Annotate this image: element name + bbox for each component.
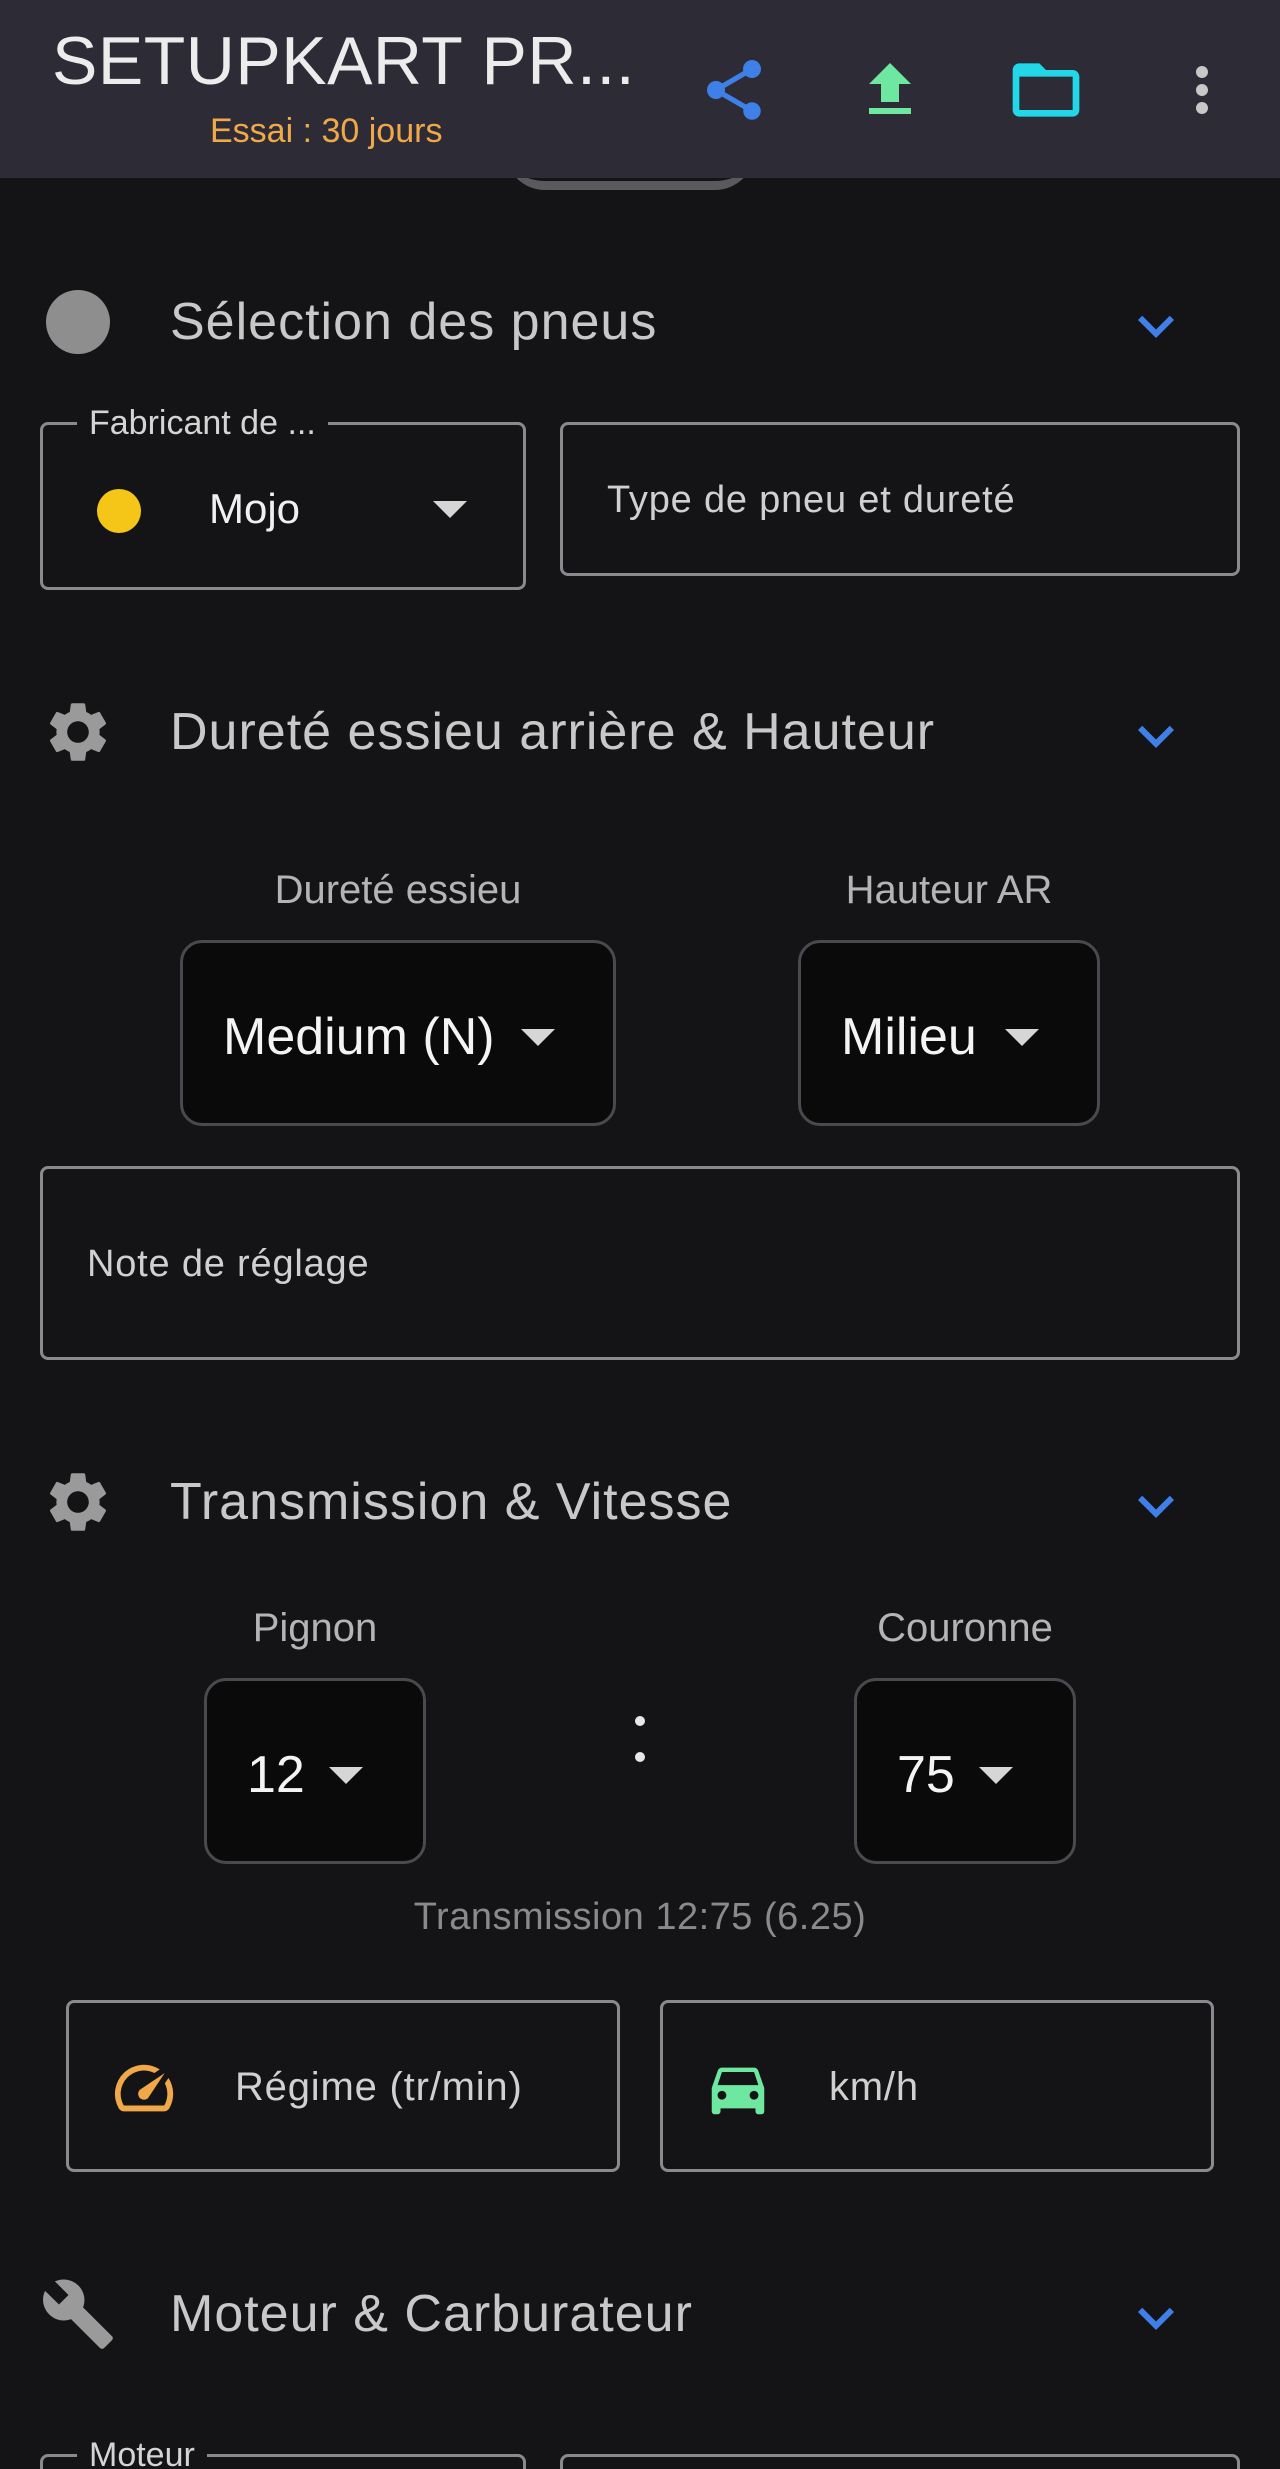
tire-manufacturer-value: Mojo bbox=[209, 485, 301, 532]
engine-select[interactable]: Moteur bbox=[40, 2435, 526, 2469]
more-vert-icon bbox=[1196, 66, 1208, 114]
ratio-separator bbox=[631, 1710, 649, 1770]
pinion-label: Pignon bbox=[252, 1606, 378, 1650]
open-folder-button[interactable] bbox=[998, 42, 1094, 138]
tire-manufacturer-select[interactable]: Fabricant de ... Mojo bbox=[40, 403, 526, 590]
chevron-down-icon[interactable] bbox=[1118, 2280, 1194, 2356]
axle-hardness-select[interactable]: Medium (N) bbox=[180, 940, 616, 1126]
tire-manufacturer-label: Fabricant de ... bbox=[77, 403, 328, 443]
section-title-tires: Sélection des pneus bbox=[170, 293, 658, 351]
speed-placeholder: km/h bbox=[829, 2065, 919, 2109]
app-screen: SETUPKART PR... Essai : 30 jours Sélecti… bbox=[0, 0, 1280, 2469]
crown-label: Couronne bbox=[877, 1606, 1053, 1650]
rpm-placeholder: Régime (tr/min) bbox=[235, 2065, 523, 2109]
section-title-axle: Dureté essieu arrière & Hauteur bbox=[170, 703, 936, 761]
section-header-transmission[interactable]: Transmission & Vitesse bbox=[0, 1446, 1280, 1546]
axle-hardness-value: Medium (N) bbox=[223, 1008, 495, 1066]
upload-icon bbox=[869, 63, 911, 114]
section-header-engine[interactable]: Moteur & Carburateur bbox=[0, 2258, 1280, 2358]
share-button[interactable] bbox=[686, 42, 782, 138]
tire-type-input[interactable]: Type de pneu et dureté bbox=[560, 422, 1240, 576]
chevron-down-icon[interactable] bbox=[1118, 1468, 1194, 1544]
tire-type-placeholder: Type de pneu et dureté bbox=[607, 479, 1016, 521]
carburetor-input[interactable] bbox=[560, 2454, 1240, 2469]
section-header-tires[interactable]: Sélection des pneus bbox=[0, 266, 1280, 366]
folder-icon bbox=[1012, 63, 1080, 117]
section-header-axle[interactable]: Dureté essieu arrière & Hauteur bbox=[0, 676, 1280, 776]
trial-status: Essai : 30 jours bbox=[210, 112, 443, 150]
app-bar: SETUPKART PR... Essai : 30 jours bbox=[0, 0, 1280, 178]
dropdown-caret-icon bbox=[433, 501, 467, 518]
section-title-transmission: Transmission & Vitesse bbox=[170, 1473, 733, 1531]
rpm-input[interactable]: Régime (tr/min) bbox=[66, 2000, 620, 2172]
wrench-icon bbox=[40, 2276, 116, 2352]
rear-height-label: Hauteur AR bbox=[845, 868, 1053, 912]
rear-height-value: Milieu bbox=[841, 1008, 977, 1066]
transmission-ratio-text: Transmission 12:75 (6.25) bbox=[413, 1896, 867, 1938]
setup-note-input[interactable]: Note de réglage bbox=[40, 1166, 1240, 1360]
more-options-button[interactable] bbox=[1154, 42, 1250, 138]
rear-height-select[interactable]: Milieu bbox=[798, 940, 1100, 1126]
pinion-select[interactable]: 12 bbox=[204, 1678, 426, 1864]
circle-icon bbox=[40, 284, 116, 360]
app-title: SETUPKART PR... bbox=[52, 23, 636, 99]
dropdown-caret-icon bbox=[979, 1767, 1013, 1784]
upload-button[interactable] bbox=[842, 42, 938, 138]
chevron-down-icon[interactable] bbox=[1118, 288, 1194, 364]
share-icon bbox=[707, 60, 761, 120]
speedometer-icon bbox=[109, 2053, 179, 2123]
dropdown-caret-icon bbox=[1005, 1029, 1039, 1046]
manufacturer-color-dot bbox=[97, 489, 141, 533]
chevron-down-icon[interactable] bbox=[1118, 698, 1194, 774]
engine-label: Moteur bbox=[77, 2435, 207, 2469]
axle-hardness-label: Dureté essieu bbox=[274, 868, 522, 912]
gear-icon bbox=[40, 1464, 116, 1540]
dropdown-caret-icon bbox=[521, 1029, 555, 1046]
crown-value: 75 bbox=[897, 1746, 955, 1804]
crown-select[interactable]: 75 bbox=[854, 1678, 1076, 1864]
speed-input[interactable]: km/h bbox=[660, 2000, 1214, 2172]
pinion-value: 12 bbox=[247, 1746, 305, 1804]
section-title-engine: Moteur & Carburateur bbox=[170, 2285, 693, 2343]
dropdown-caret-icon bbox=[329, 1767, 363, 1784]
setup-note-placeholder: Note de réglage bbox=[87, 1243, 370, 1285]
gear-icon bbox=[40, 694, 116, 770]
car-icon bbox=[703, 2053, 773, 2123]
